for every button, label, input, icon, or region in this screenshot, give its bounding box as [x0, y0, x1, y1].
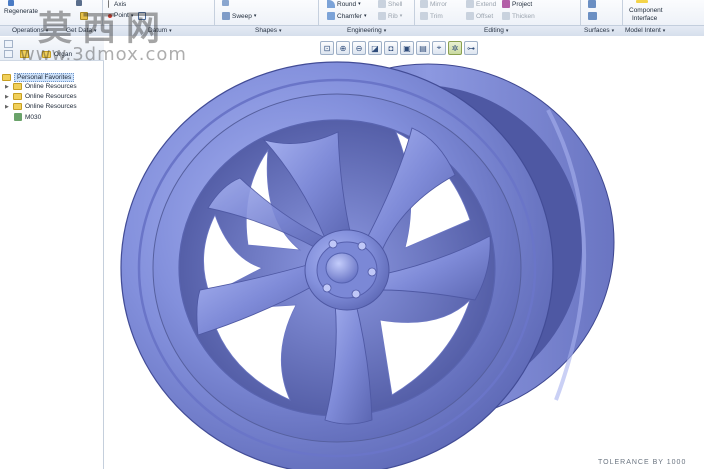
- round-button[interactable]: Round ▾: [327, 0, 361, 8]
- tree-item-online-resources[interactable]: ▶ Online Resources: [5, 83, 77, 90]
- status-text: TOLERANCE BY 1000: [598, 459, 687, 466]
- tree-item-online-resources[interactable]: ▶ Online Resources: [5, 103, 77, 110]
- shell-button[interactable]: Shell: [378, 0, 402, 8]
- trim-button[interactable]: Trim: [420, 12, 443, 20]
- mirror-button[interactable]: Mirror: [420, 0, 447, 8]
- tree-item-personal-favorites[interactable]: Personal Favorites: [2, 73, 75, 82]
- model-tree-tab[interactable]: [4, 40, 13, 48]
- datum-display-icon[interactable]: ⌖: [432, 41, 446, 55]
- folder-icon: [13, 83, 22, 90]
- watermark-logo: 莫西网: [38, 9, 170, 49]
- thicken-icon: [502, 12, 510, 20]
- offset-icon: [466, 12, 474, 20]
- folder-icon: [13, 93, 22, 100]
- folder-icon: [2, 74, 11, 81]
- component-interface-icon: [636, 0, 648, 3]
- navigator-panel: Organ Personal Favorites ▶ Online Resour…: [0, 37, 104, 469]
- shell-icon: [378, 0, 386, 8]
- repaint-icon[interactable]: ◪: [368, 41, 382, 55]
- offset-button[interactable]: Offset: [466, 12, 493, 20]
- group-surfaces[interactable]: Surfaces ▾: [584, 27, 614, 34]
- folder-browser-tab[interactable]: [4, 50, 13, 58]
- mirror-icon: [420, 0, 428, 8]
- chamfer-icon: [327, 12, 335, 20]
- display-style-icon[interactable]: ◘: [384, 41, 398, 55]
- project-button[interactable]: Project: [502, 0, 532, 8]
- group-shapes[interactable]: Shapes ▾: [255, 27, 282, 34]
- annotation-display-icon[interactable]: ✲: [448, 41, 462, 55]
- group-model-intent[interactable]: Model Intent ▾: [625, 27, 665, 34]
- regenerate-icon: [8, 0, 14, 6]
- extrude-icon[interactable]: [222, 0, 229, 6]
- thicken-button[interactable]: Thicken: [502, 12, 535, 20]
- refit-icon[interactable]: ⊡: [320, 41, 334, 55]
- zoom-out-icon[interactable]: ⊖: [352, 41, 366, 55]
- extend-button[interactable]: Extend: [466, 0, 496, 8]
- sweep-button[interactable]: Sweep ▾: [222, 12, 256, 20]
- expand-arrow-icon[interactable]: ▶: [5, 84, 10, 90]
- rib-icon: [378, 12, 386, 20]
- extend-icon: [466, 0, 474, 8]
- expand-arrow-icon[interactable]: ▶: [5, 94, 10, 100]
- saved-orientations-icon[interactable]: ▣: [400, 41, 414, 55]
- graphics-area[interactable]: [105, 58, 704, 469]
- part-icon: [14, 113, 22, 121]
- zoom-in-icon[interactable]: ⊕: [336, 41, 350, 55]
- boundary-blend-icon[interactable]: [588, 0, 596, 8]
- sweep-icon: [222, 12, 230, 20]
- view-manager-icon[interactable]: ▤: [416, 41, 430, 55]
- tree-item-part[interactable]: M030: [14, 113, 41, 121]
- freestyle-icon[interactable]: [588, 12, 597, 20]
- trim-icon: [420, 12, 428, 20]
- chamfer-button[interactable]: Chamfer ▾: [327, 12, 366, 20]
- tree-item-online-resources[interactable]: ▶ Online Resources: [5, 93, 77, 100]
- expand-arrow-icon[interactable]: ▶: [5, 104, 10, 110]
- project-icon: [502, 0, 510, 8]
- component-interface-button[interactable]: Component: [629, 7, 663, 14]
- spin-center-icon[interactable]: ⊶: [464, 41, 478, 55]
- watermark-url: www.3dmox.com: [20, 44, 187, 65]
- graphics-toolbar: ⊡ ⊕ ⊖ ◪ ◘ ▣ ▤ ⌖ ✲ ⊶: [320, 41, 478, 56]
- rib-button[interactable]: Rib ▾: [378, 12, 402, 20]
- regenerate-button[interactable]: Regenerate: [4, 8, 38, 15]
- group-editing[interactable]: Editing ▾: [484, 27, 508, 34]
- component-interface-label: Interface: [632, 15, 658, 22]
- folder-icon: [13, 103, 22, 110]
- round-icon: [327, 0, 335, 8]
- group-engineering[interactable]: Engineering ▾: [347, 27, 386, 34]
- wheel-hub: [304, 229, 390, 311]
